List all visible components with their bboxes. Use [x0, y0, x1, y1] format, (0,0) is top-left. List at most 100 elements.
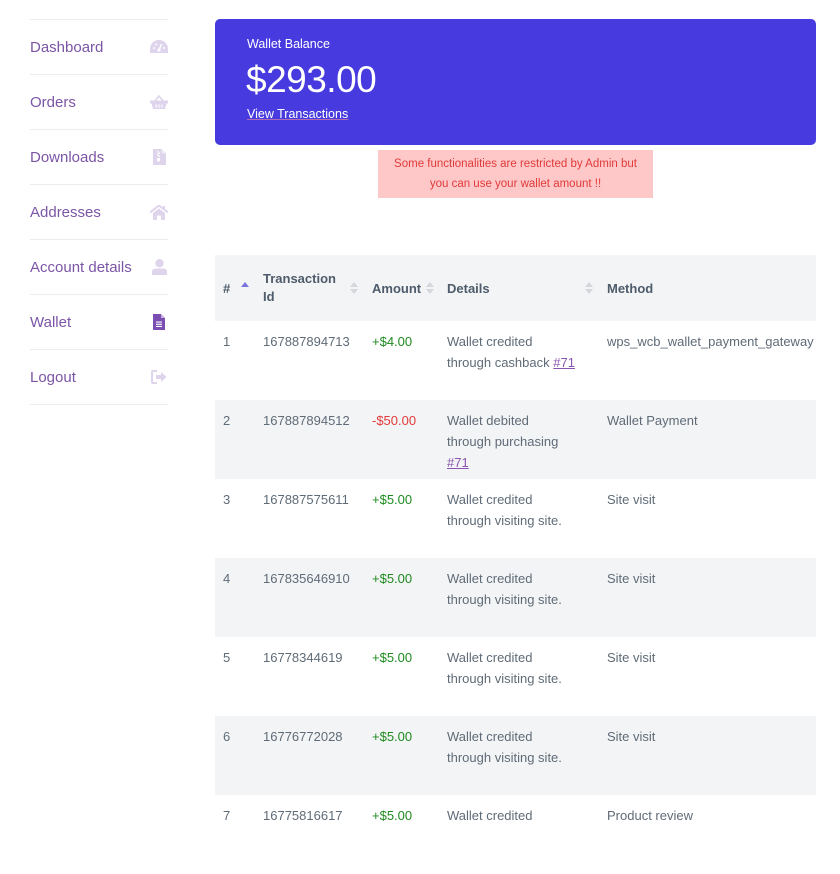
sidebar-item-orders[interactable]: Orders: [30, 75, 168, 130]
sidebar-item-logout[interactable]: Logout: [30, 350, 168, 405]
column-header-method[interactable]: Method: [599, 255, 816, 321]
cell-number: 7: [223, 808, 231, 823]
sidebar-item-label: Addresses: [30, 203, 101, 221]
wallet-balance-card: Wallet Balance $293.00 View Transactions: [215, 19, 816, 145]
table-row: 2 167887894512 -$50.00 Wallet debited thr…: [215, 400, 816, 479]
order-link[interactable]: #71: [447, 455, 469, 470]
column-header-transaction-id[interactable]: Transaction Id: [255, 255, 364, 321]
cell-number: 2: [223, 413, 231, 428]
wallet-balance-amount: $293.00: [246, 59, 377, 100]
details-line: Wallet credited: [447, 571, 533, 586]
cell-transaction-id: 16775816617: [263, 808, 343, 823]
sidebar-item-dashboard[interactable]: Dashboard: [30, 20, 168, 75]
sidebar-item-addresses[interactable]: Addresses: [30, 185, 168, 240]
cell-details: Wallet credited through visiting site.: [439, 558, 599, 637]
home-icon: [150, 203, 168, 221]
cell-transaction-id: 16776772028: [263, 729, 343, 744]
details-line: through visiting site.: [447, 671, 562, 686]
cell-method: Site visit: [607, 571, 656, 586]
cell-details: Wallet credited through visiting site.: [439, 716, 599, 795]
sidebar-item-label: Orders: [30, 93, 76, 111]
cell-method: Site visit: [607, 729, 656, 744]
file-text-icon: [150, 313, 168, 331]
cell-number: 5: [223, 650, 231, 665]
details-line: through cashback: [447, 355, 550, 370]
column-header-label: Details: [447, 280, 490, 296]
details-line: through visiting site.: [447, 513, 562, 528]
cell-details: Wallet credited through cashback #71: [439, 321, 599, 400]
notice-line-2: you can use your wallet amount !!: [429, 178, 602, 190]
cell-method: Wallet Payment: [607, 413, 698, 428]
notice-line-1: Some functionalities are restricted by A…: [394, 158, 637, 170]
column-header-label: Amount: [372, 280, 422, 296]
sign-out-icon: [150, 368, 168, 386]
sort-icon[interactable]: [426, 282, 434, 294]
cell-amount: +$4.00: [372, 334, 413, 349]
transactions-table: # Transaction Id Amount Details Method 1…: [215, 255, 816, 874]
transactions-table-container: # Transaction Id Amount Details Method 1…: [215, 255, 816, 874]
cell-amount: +$5.00: [372, 492, 413, 507]
table-row: 7 16775816617 +$5.00 Wallet credited Pro…: [215, 795, 816, 874]
sidebar-item-downloads[interactable]: Downloads: [30, 130, 168, 185]
sort-icon[interactable]: [350, 282, 358, 294]
sidebar-item-account-details[interactable]: Account details: [30, 240, 168, 295]
details-line: through visiting site.: [447, 592, 562, 607]
cell-method: Site visit: [607, 492, 656, 507]
cell-number: 6: [223, 729, 231, 744]
table-row: 6 16776772028 +$5.00 Wallet credited thro…: [215, 716, 816, 795]
cell-transaction-id: 16778344619: [263, 650, 343, 665]
user-icon: [150, 258, 168, 276]
order-link[interactable]: #71: [553, 355, 575, 370]
details-line: Wallet credited: [447, 729, 533, 744]
sidebar-item-label: Downloads: [30, 148, 105, 166]
cell-amount: +$5.00: [372, 650, 413, 665]
table-row: 3 167887575611 +$5.00 Wallet credited thr…: [215, 479, 816, 558]
table-row: 1 167887894713 +$4.00 Wallet credited thr…: [215, 321, 816, 400]
column-header-label: Method: [607, 280, 654, 296]
table-header-row: # Transaction Id Amount Details Method: [215, 255, 816, 321]
cell-transaction-id: 167887894512: [263, 413, 350, 428]
column-header-details[interactable]: Details: [439, 255, 599, 321]
cell-amount: +$5.00: [372, 808, 413, 823]
sidebar-item-label: Wallet: [30, 313, 72, 331]
cell-transaction-id: 167835646910: [263, 571, 350, 586]
details-line: Wallet credited: [447, 492, 533, 507]
restriction-notice: Some functionalities are restricted by A…: [378, 150, 653, 198]
account-navigation: Dashboard Orders Downloads Addresses Acc…: [30, 19, 168, 405]
wallet-balance-title: Wallet Balance: [247, 37, 330, 51]
column-header-amount[interactable]: Amount: [364, 255, 439, 321]
basket-icon: [150, 93, 168, 111]
cell-number: 1: [223, 334, 231, 349]
cell-transaction-id: 167887575611: [263, 492, 349, 507]
cell-transaction-id: 167887894713: [263, 334, 350, 349]
sidebar-item-wallet[interactable]: Wallet: [30, 295, 168, 350]
details-line: Wallet credited: [447, 808, 533, 823]
cell-details: Wallet credited through visiting site.: [439, 479, 599, 558]
cell-method: wps_wcb_wallet_payment_gateway: [607, 334, 814, 349]
column-header-number[interactable]: #: [215, 255, 255, 321]
file-archive-icon: [150, 148, 168, 166]
cell-number: 4: [223, 571, 231, 586]
sort-ascending-icon[interactable]: [241, 282, 249, 294]
table-row: 4 167835646910 +$5.00 Wallet credited thr…: [215, 558, 816, 637]
sidebar-item-label: Account details: [30, 258, 132, 276]
details-line: through purchasing: [447, 434, 559, 449]
cell-method: Site visit: [607, 650, 656, 665]
details-line: Wallet credited: [447, 334, 533, 349]
sidebar-item-label: Logout: [30, 368, 76, 386]
table-row: 5 16778344619 +$5.00 Wallet credited thro…: [215, 637, 816, 716]
view-transactions-link[interactable]: View Transactions: [247, 107, 348, 121]
cell-method: Product review: [607, 808, 693, 823]
cell-amount: -$50.00: [372, 413, 417, 428]
cell-details: Wallet credited through visiting site.: [439, 637, 599, 716]
cell-number: 3: [223, 492, 231, 507]
sidebar-item-label: Dashboard: [30, 38, 104, 56]
cell-details: Wallet credited: [439, 795, 599, 874]
details-line: Wallet debited: [447, 413, 529, 428]
column-header-label: #: [223, 280, 231, 296]
cell-amount: +$5.00: [372, 571, 413, 586]
dashboard-icon: [150, 38, 168, 56]
cell-details: Wallet debited through purchasing #71: [439, 400, 599, 479]
sort-icon[interactable]: [585, 282, 593, 294]
column-header-label: Transaction Id: [263, 271, 336, 304]
